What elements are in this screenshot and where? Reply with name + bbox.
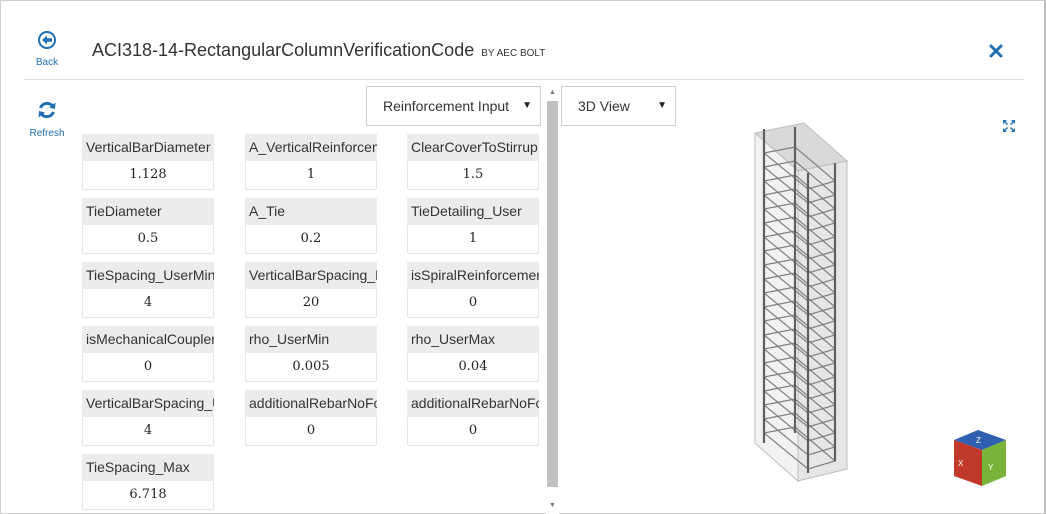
parameter-field: isSpiralReinforcemen 0 (407, 262, 539, 318)
parameter-name: TieDiameter (82, 198, 214, 225)
back-label: Back (35, 57, 59, 68)
parameter-name: VerticalBarDiameter (82, 134, 214, 161)
parameter-field: VerticalBarSpacing_Max20 (245, 262, 377, 318)
parameter-value[interactable]: 1 (407, 225, 539, 254)
parameter-value[interactable]: 0 (407, 417, 539, 446)
parameter-value[interactable]: 0.5 (82, 225, 214, 254)
parameter-name: TieSpacing_UserMin (82, 262, 214, 289)
parameter-field: A_VerticalReinforcement1 (245, 134, 377, 190)
parameter-field: ClearCoverToStirrup 1.5 (407, 134, 539, 190)
parameter-field: TieDetailing_User 1 (407, 198, 539, 254)
scroll-down-icon[interactable]: ▼ (546, 502, 559, 509)
parameter-name: VerticalBarSpacing_UserMin (82, 390, 214, 417)
parameter-value[interactable]: 6.718 (82, 481, 214, 510)
parameter-value[interactable]: 1 (245, 161, 377, 190)
parameter-field: TieDiameter 0.5 (82, 198, 214, 254)
parameter-field: VerticalBarSpacing_UserMin4 (82, 390, 214, 446)
page-title: ACI318-14-RectangularColumnVerificationC… (92, 40, 545, 61)
parameter-value[interactable]: 20 (245, 289, 377, 318)
parameter-name: ClearCoverToStirrup (407, 134, 539, 161)
cube-right-label: Y (988, 463, 994, 472)
page-title-text: ACI318-14-RectangularColumnVerificationC… (92, 40, 475, 60)
parameter-name: rho_UserMin (245, 326, 377, 353)
fullscreen-icon[interactable] (1001, 118, 1017, 134)
parameter-value[interactable]: 4 (82, 417, 214, 446)
caret-down-icon: ▼ (522, 100, 532, 111)
scroll-up-icon[interactable]: ▲ (546, 89, 559, 96)
parameter-value[interactable]: 1.5 (407, 161, 539, 190)
back-button[interactable]: Back (22, 30, 72, 68)
parameter-field: additionalRebarNoFo 0 (407, 390, 539, 446)
parameter-value[interactable]: 4 (82, 289, 214, 318)
title-byline: BY AEC BOLT (481, 48, 546, 59)
parameter-name: additionalRebarNoForW (245, 390, 377, 417)
parameter-value[interactable]: 0 (82, 353, 214, 382)
cube-left-label: X (958, 459, 964, 468)
cube-top-label: Z (976, 436, 981, 445)
view-select[interactable]: 3D View ▼ (561, 86, 676, 126)
refresh-label: Refresh (29, 128, 65, 139)
view-cube[interactable]: Z X Y (948, 426, 1014, 492)
close-icon[interactable] (987, 42, 1005, 60)
input-type-select[interactable]: Reinforcement Input ▼ (366, 86, 541, 126)
header-divider (24, 79, 1024, 80)
parameter-field: A_Tie 0.2 (245, 198, 377, 254)
parameter-name: A_Tie (245, 198, 377, 225)
parameter-name: A_VerticalReinforcement (245, 134, 377, 161)
scrollbar-thumb[interactable] (547, 101, 558, 487)
parameter-field: TieSpacing_Max 6.718 (82, 454, 214, 510)
view-value: 3D View (578, 98, 630, 114)
parameter-value[interactable]: 0 (407, 289, 539, 318)
parameter-value[interactable]: 0.2 (245, 225, 377, 254)
parameter-name: VerticalBarSpacing_Max (245, 262, 377, 289)
3d-column-model[interactable] (720, 115, 880, 495)
input-type-value: Reinforcement Input (383, 98, 510, 114)
parameter-field: rho_UserMax 0.04 (407, 326, 539, 382)
caret-down-icon: ▼ (657, 100, 667, 111)
parameter-field: isMechanicalCouplerUsed0 (82, 326, 214, 382)
parameter-name: rho_UserMax (407, 326, 539, 353)
parameter-name: isSpiralReinforcemen (407, 262, 539, 289)
parameter-field: rho_UserMin 0.005 (245, 326, 377, 382)
parameter-value[interactable]: 0.04 (407, 353, 539, 382)
parameter-value[interactable]: 0.005 (245, 353, 377, 382)
parameter-field: TieSpacing_UserMin 4 (82, 262, 214, 318)
back-arrow-icon (38, 31, 56, 49)
parameter-name: TieDetailing_User (407, 198, 539, 225)
parameter-field: additionalRebarNoForW0 (245, 390, 377, 446)
parameter-name: isMechanicalCouplerUsed (82, 326, 214, 353)
parameter-field: VerticalBarDiameter 1.128 (82, 134, 214, 190)
parameter-name: additionalRebarNoFo (407, 390, 539, 417)
parameter-value[interactable]: 0 (245, 417, 377, 446)
parameter-name: TieSpacing_Max (82, 454, 214, 481)
refresh-button[interactable]: Refresh (22, 99, 72, 139)
parameter-value[interactable]: 1.128 (82, 161, 214, 190)
refresh-icon (38, 101, 56, 119)
